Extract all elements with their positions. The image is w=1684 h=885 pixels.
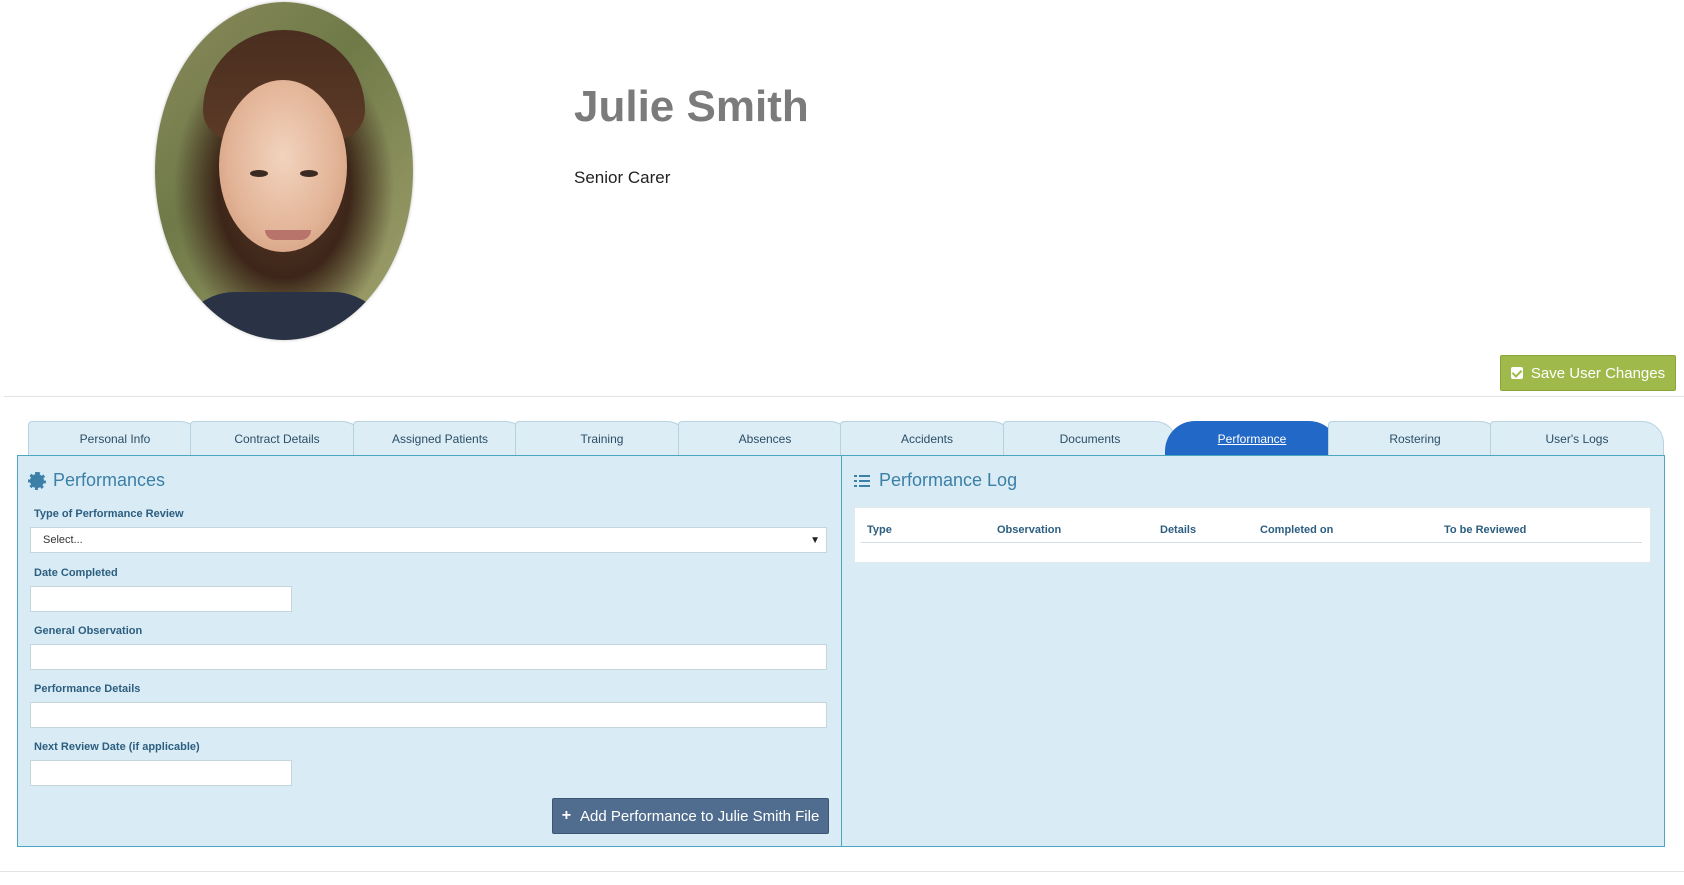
profile-name: Julie Smith [574,82,809,131]
tab-bar: Personal Info Contract Details Assigned … [28,421,1664,455]
tab-label: Performance [1217,431,1287,446]
tab-label: User's Logs [1545,431,1609,446]
general-observation-input[interactable] [30,644,827,670]
panel-title-text: Performances [53,470,166,490]
photo-face [219,80,347,252]
save-user-changes-button[interactable]: Save User Changes [1500,355,1676,391]
tab-label: Contract Details [234,431,320,446]
tab-label: Absences [738,431,792,446]
tab-assigned-patients[interactable]: Assigned Patients [353,421,527,455]
tab-label: Training [580,431,624,446]
photo-eye-right [300,170,318,177]
column-header-completed-on[interactable]: Completed on [1260,524,1333,536]
tab-accidents[interactable]: Accidents [840,421,1014,455]
tab-users-logs[interactable]: User's Logs [1490,421,1664,455]
performance-form-panel: Performances Type of Performance Review … [17,455,842,847]
gear-icon [28,471,46,490]
tab-contract-details[interactable]: Contract Details [190,421,364,455]
date-completed-input[interactable] [30,586,292,612]
tab-label: Documents [1059,431,1121,446]
profile-role: Senior Carer [574,168,671,187]
performance-details-label: Performance Details [34,683,141,695]
tab-documents[interactable]: Documents [1003,421,1177,455]
list-icon [854,474,870,488]
tab-label: Accidents [900,431,954,446]
next-review-label: Next Review Date (if applicable) [34,741,200,753]
column-header-details[interactable]: Details [1160,524,1196,536]
table-header: Type Observation Details Completed on To… [861,520,1642,543]
save-button-label: Save User Changes [1530,364,1666,382]
tab-label: Rostering [1389,431,1441,446]
tab-rostering[interactable]: Rostering [1328,421,1502,455]
tab-performance[interactable]: Performance [1165,421,1339,455]
type-select-value: Select... [43,534,83,546]
photo-shoulders [175,292,393,340]
panel-title: Performance Log [854,470,1017,491]
column-header-observation[interactable]: Observation [997,524,1061,536]
performance-log-table: Type Observation Details Completed on To… [854,507,1651,563]
type-select[interactable]: Select... ▼ [30,527,827,553]
column-header-to-be-reviewed[interactable]: To be Reviewed [1444,524,1526,536]
performance-details-input[interactable] [30,702,827,728]
profile-photo [155,2,413,340]
plus-icon: + [561,807,572,824]
tab-label: Assigned Patients [391,431,489,446]
tab-training[interactable]: Training [515,421,689,455]
photo-mouth [265,230,311,240]
add-button-label: Add Performance to Julie Smith File [580,807,820,825]
general-observation-label: General Observation [34,625,143,637]
add-performance-button[interactable]: + Add Performance to Julie Smith File [552,798,829,834]
performance-log-panel: Performance Log Type Observation Details… [841,455,1665,847]
caret-down-icon: ▼ [810,535,820,546]
divider [0,871,1684,872]
date-completed-label: Date Completed [34,567,118,579]
tab-personal-info[interactable]: Personal Info [28,421,202,455]
panel-title: Performances [28,470,166,491]
check-square-icon [1510,367,1523,379]
column-header-type[interactable]: Type [867,524,892,536]
divider [4,396,1684,397]
photo-eye-left [250,170,268,177]
next-review-input[interactable] [30,760,292,786]
tab-label: Personal Info [79,431,151,446]
tab-absences[interactable]: Absences [678,421,852,455]
panel-title-text: Performance Log [879,470,1018,490]
type-label: Type of Performance Review [34,508,184,520]
